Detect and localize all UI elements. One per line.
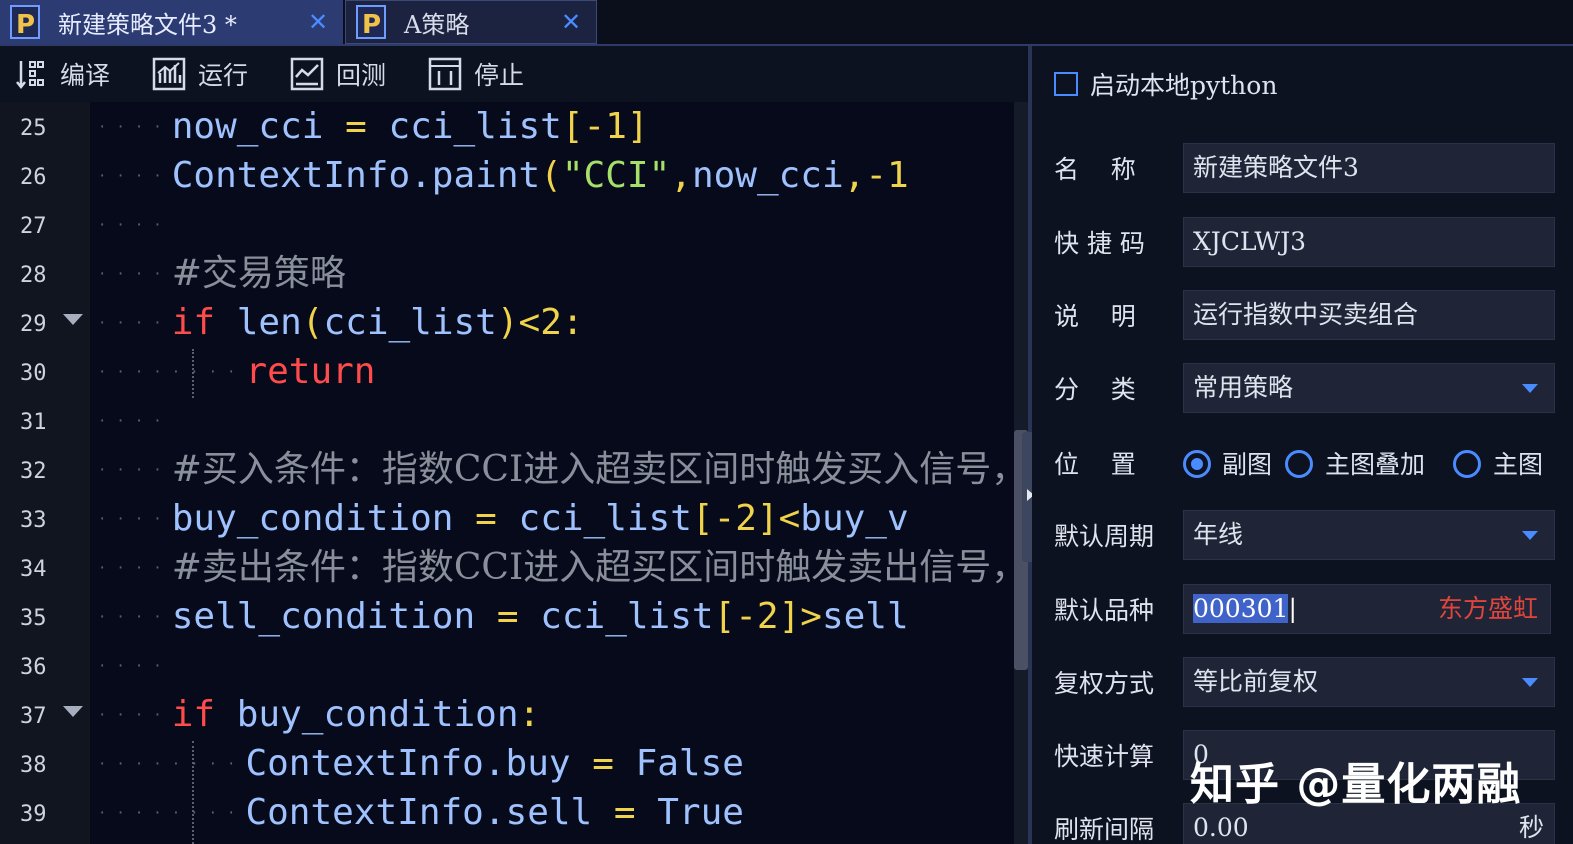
symbol-code: 000301: [1193, 594, 1289, 623]
chevron-down-icon: [1522, 384, 1538, 393]
position-option-label: 主图: [1493, 450, 1544, 479]
line-number-gutter: 25 26 27 28 29 30 31 32 33 34 35 36 37 3…: [0, 102, 90, 844]
svg-text:P: P: [362, 10, 381, 39]
backtest-button[interactable]: 回测: [276, 46, 414, 102]
code-line: ····now_cci = cci_list[-1]: [98, 106, 649, 147]
watermark: 知乎 @量化两融: [1190, 759, 1522, 810]
default-period-select[interactable]: 年线: [1183, 510, 1555, 560]
code-line: ····: [98, 658, 172, 675]
adjust-value: 等比前复权: [1193, 667, 1319, 696]
chevron-down-icon: [1522, 531, 1538, 540]
default-symbol-input[interactable]: 000301| 东方盛虹: [1183, 584, 1551, 634]
stop-label: 停止: [474, 61, 525, 90]
svg-text:P: P: [16, 10, 35, 39]
tab-bar: P 新建策略文件3 * ✕ P A策略 ✕: [0, 0, 1573, 46]
close-icon[interactable]: ✕: [303, 8, 333, 36]
line-number: 32: [20, 459, 47, 484]
description-input[interactable]: 运行指数中买卖组合: [1183, 290, 1555, 340]
line-number: 29: [0, 300, 90, 349]
code-line: ········return: [98, 351, 376, 392]
position-option-label: 副图: [1222, 450, 1273, 479]
default-period-label: 默认周期: [1054, 522, 1155, 551]
adjust-select[interactable]: 等比前复权: [1183, 657, 1555, 707]
quick-calc-label: 快速计算: [1054, 742, 1155, 771]
name-input[interactable]: 新建策略文件3: [1183, 143, 1555, 193]
refresh-value: 0.00: [1193, 813, 1249, 842]
compile-icon: [16, 61, 44, 90]
code-line: ····: [98, 413, 172, 430]
fold-toggle-icon[interactable]: [63, 706, 83, 717]
code-editor[interactable]: 25 26 27 28 29 30 31 32 33 34 35 36 37 3…: [0, 102, 1016, 844]
category-label: 分 类: [1054, 375, 1136, 404]
shortcut-input[interactable]: XJCLWJ3: [1183, 217, 1555, 267]
backtest-label: 回测: [336, 61, 387, 90]
category-value: 常用策略: [1193, 373, 1294, 402]
stop-button[interactable]: 停止: [414, 46, 552, 102]
refresh-interval-label: 刷新间隔: [1054, 815, 1155, 844]
line-number: 31: [20, 410, 47, 435]
line-number: 28: [20, 263, 47, 288]
default-symbol-label: 默认品种: [1054, 596, 1155, 625]
code-line: ····#买入条件：指数CCI进入超卖区间时触发买入信号，: [98, 449, 1016, 490]
code-line: ····#交易策略: [98, 253, 346, 294]
code-area[interactable]: ····now_cci = cci_list[-1] ····ContextIn…: [90, 102, 1016, 844]
line-number: 33: [20, 508, 47, 533]
backtest-chart-icon: [290, 57, 324, 91]
local-python-label: 启动本地python: [1090, 71, 1278, 100]
python-file-icon: P: [10, 5, 40, 40]
run-chart-icon: [152, 57, 186, 91]
code-line: ····buy_condition = cci_list[-2]<buy_v: [98, 498, 909, 539]
code-line: ····sell_condition = cci_list[-2]>sell: [98, 596, 909, 637]
close-icon[interactable]: ✕: [556, 8, 586, 36]
tab-new-strategy-file-3[interactable]: P 新建策略文件3 * ✕: [0, 0, 343, 44]
line-number: 27: [20, 214, 47, 239]
description-label: 说 明: [1054, 302, 1136, 331]
local-python-checkbox[interactable]: [1054, 72, 1078, 96]
compile-label: 编译: [60, 61, 111, 90]
position-option-label: 主图叠加: [1325, 450, 1426, 479]
line-number: 39: [20, 802, 47, 827]
python-file-icon: P: [356, 5, 386, 40]
refresh-unit: 秒: [1518, 813, 1544, 842]
fold-toggle-icon[interactable]: [63, 314, 83, 325]
code-line: ····if buy_condition:: [98, 694, 541, 735]
compile-button[interactable]: 编译: [0, 46, 138, 102]
position-label: 位 置: [1054, 450, 1136, 479]
line-number: 34: [20, 557, 47, 582]
symbol-name: 东方盛虹: [1437, 594, 1538, 623]
position-radio-main[interactable]: [1453, 450, 1481, 478]
strategy-properties-panel: 启动本地python 名 称 新建策略文件3 快 捷 码 XJCLWJ3 说 明…: [1032, 46, 1573, 844]
line-number: 25: [20, 116, 47, 141]
tab-label: 新建策略文件3 *: [58, 10, 237, 39]
code-line: ········ContextInfo.buy = False: [98, 743, 744, 784]
category-select[interactable]: 常用策略: [1183, 363, 1555, 413]
code-line: ····: [98, 217, 172, 234]
shortcut-label: 快 捷 码: [1054, 229, 1145, 258]
code-line: ····#卖出条件：指数CCI进入超买区间时触发卖出信号，: [98, 547, 1016, 588]
code-line: ····ContextInfo.paint("CCI",now_cci,-1: [98, 155, 909, 196]
tab-label: A策略: [404, 10, 470, 39]
code-line: ········ContextInfo.sell = True: [98, 792, 744, 833]
toolbar: 编译 运行 回测 停止: [0, 46, 1027, 102]
line-number: 38: [20, 753, 47, 778]
code-line: ····if len(cci_list)<2:: [98, 302, 584, 343]
position-radio-main-overlay[interactable]: [1285, 450, 1313, 478]
line-number: 30: [20, 361, 47, 386]
run-button[interactable]: 运行: [138, 46, 276, 102]
chevron-down-icon: [1522, 678, 1538, 687]
run-label: 运行: [198, 61, 249, 90]
line-number: 37: [0, 692, 90, 741]
position-radio-subchart[interactable]: [1183, 450, 1211, 478]
line-number: 35: [20, 606, 47, 631]
period-value: 年线: [1193, 520, 1244, 549]
line-number: 26: [20, 165, 47, 190]
name-label: 名 称: [1054, 155, 1136, 184]
tab-a-strategy[interactable]: P A策略 ✕: [345, 0, 597, 44]
adjust-label: 复权方式: [1054, 669, 1155, 698]
line-number: 36: [20, 655, 47, 680]
stop-icon: [428, 57, 462, 91]
